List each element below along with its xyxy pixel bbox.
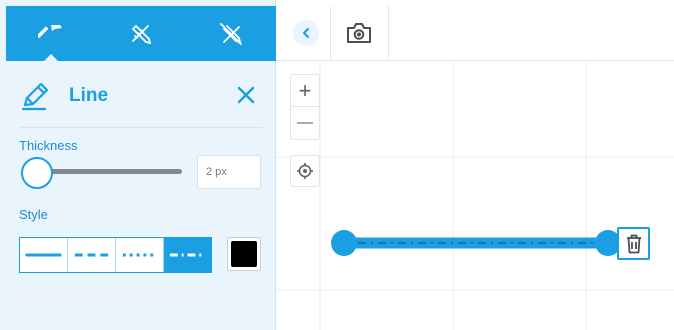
pencil-icon	[21, 82, 49, 111]
panel-header: Line	[19, 78, 259, 114]
ruler-pencil-icon	[131, 24, 152, 44]
style-dashed-button[interactable]	[68, 238, 116, 272]
delete-shape-button[interactable]	[617, 227, 650, 260]
close-icon[interactable]	[233, 82, 259, 108]
zoom-out-button[interactable]: —	[291, 107, 319, 139]
thickness-slider-track[interactable]	[36, 169, 182, 174]
style-label: Style	[19, 207, 48, 222]
panel-title: Line	[69, 85, 109, 106]
top-bar-separator	[330, 6, 331, 61]
active-tab-pointer	[44, 54, 58, 61]
drawn-line-layer	[331, 230, 621, 256]
plus-icon: +	[298, 77, 312, 103]
zoom-in-button[interactable]: +	[291, 75, 319, 107]
thickness-input[interactable]: 2 px	[197, 155, 261, 189]
drawing-canvas[interactable]	[276, 62, 674, 330]
camera-icon[interactable]	[345, 21, 373, 45]
style-dash-dot-button[interactable]	[164, 238, 211, 272]
ruler-pencil-crossed-icon	[220, 22, 242, 45]
dotted-line-icon	[122, 253, 157, 257]
top-bar	[276, 6, 674, 61]
collapse-panel-button[interactable]	[293, 20, 319, 46]
tab-draw-tools[interactable]	[6, 6, 96, 61]
thickness-label: Thickness	[19, 138, 78, 153]
line-style-selector	[19, 237, 212, 273]
minus-icon: —	[297, 114, 313, 131]
crosshair-icon	[297, 163, 313, 179]
tool-tabs	[6, 6, 276, 61]
style-dotted-button[interactable]	[116, 238, 164, 272]
line-start-handle[interactable]	[331, 230, 357, 256]
trash-icon	[626, 234, 641, 253]
properties-panel: Line Thickness 2 px Style	[0, 0, 276, 330]
locate-button[interactable]	[290, 155, 320, 187]
line-color-picker[interactable]	[227, 237, 261, 271]
top-bar-separator	[388, 6, 389, 61]
hammer-icon	[38, 24, 62, 38]
solid-line-icon	[25, 253, 62, 257]
dash-dot-line-icon	[169, 253, 206, 257]
dashed-line-icon	[74, 253, 109, 257]
style-solid-button[interactable]	[20, 238, 68, 272]
divider	[19, 127, 263, 128]
thickness-slider-handle[interactable]	[21, 157, 53, 189]
tab-measure-tools[interactable]	[96, 6, 186, 61]
zoom-controls: + —	[290, 74, 320, 140]
color-swatch-fill	[231, 241, 257, 267]
chevron-left-icon	[303, 28, 309, 38]
tab-measure-off-tools[interactable]	[186, 6, 276, 61]
